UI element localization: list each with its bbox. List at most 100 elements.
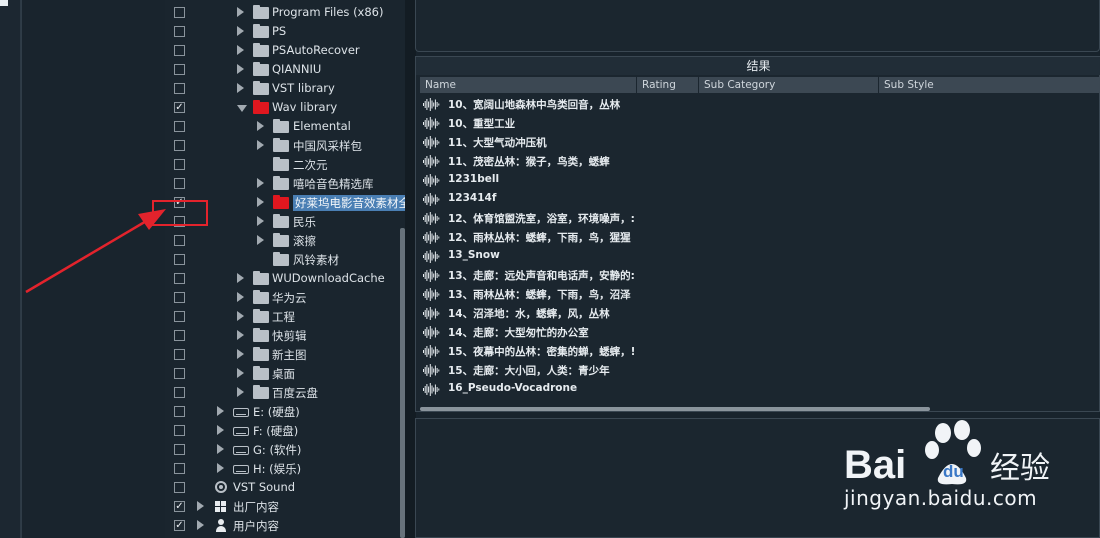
result-row[interactable]: 11、大型气动冲压机 — [422, 133, 652, 152]
expand-arrow-right-icon[interactable] — [237, 330, 244, 340]
tree-item-label[interactable]: F: (硬盘) — [253, 423, 298, 439]
tree-item-label[interactable]: Wav library — [272, 100, 337, 114]
tree-row[interactable]: 中国风采样包 — [165, 137, 405, 156]
tree-row[interactable]: VST library — [165, 80, 405, 99]
tree-checkbox[interactable] — [174, 311, 185, 322]
tree-item-label[interactable]: WUDownloadCache — [272, 271, 385, 285]
expand-arrow-right-icon[interactable] — [237, 273, 244, 283]
tree-row[interactable]: 滚擦 — [165, 232, 405, 251]
expand-arrow-right-icon[interactable] — [237, 368, 244, 378]
tree-item-label[interactable]: 民乐 — [293, 214, 316, 230]
expand-arrow-right-icon[interactable] — [237, 83, 244, 93]
tree-item-label[interactable]: 好莱坞电影音效素材全 — [293, 195, 405, 211]
tree-row[interactable]: E: (硬盘) — [165, 403, 405, 422]
result-row[interactable]: 13_Snow — [422, 247, 652, 266]
tree-row[interactable]: ✓ 用户内容 — [165, 517, 405, 536]
tree-item-label[interactable]: 滚擦 — [293, 233, 316, 249]
column-header-name[interactable]: Name — [420, 77, 637, 93]
tree-row[interactable]: 百度云盘 — [165, 384, 405, 403]
tree-row[interactable]: ✓ Wav library — [165, 99, 405, 118]
tree-item-label[interactable]: E: (硬盘) — [253, 404, 300, 420]
result-row[interactable]: 14、走廊：大型匆忙的办公室 — [422, 323, 652, 342]
expand-arrow-down-icon[interactable] — [237, 105, 247, 112]
expand-arrow-right-icon[interactable] — [257, 235, 264, 245]
tree-checkbox[interactable] — [174, 140, 185, 151]
tree-checkbox[interactable] — [174, 349, 185, 360]
tree-item-label[interactable]: QIANNIU — [272, 62, 321, 76]
tree-item-label[interactable]: 出厂内容 — [233, 499, 279, 515]
tree-row[interactable]: 桌面 — [165, 365, 405, 384]
expand-arrow-right-icon[interactable] — [257, 140, 264, 150]
expand-arrow-right-icon[interactable] — [237, 64, 244, 74]
result-row[interactable]: 11、茂密丛林：猴子，鸟类，蟋蟀 — [422, 152, 652, 171]
tree-row[interactable]: 新主图 — [165, 346, 405, 365]
tree-item-label[interactable]: Elemental — [293, 119, 351, 133]
column-header-rating[interactable]: Rating — [637, 77, 699, 93]
result-row[interactable]: 13、走廊：远处声音和电话声，安静的: — [422, 266, 652, 285]
expand-arrow-right-icon[interactable] — [217, 444, 224, 454]
result-row[interactable]: 15、夜幕中的丛林：密集的蝉，蟋蟀，! — [422, 342, 652, 361]
results-horizontal-scrollbar[interactable] — [420, 407, 930, 411]
tree-row[interactable]: PS — [165, 23, 405, 42]
tree-checkbox[interactable] — [174, 444, 185, 455]
tree-item-label[interactable]: 嘻哈音色精选库 — [293, 176, 374, 192]
expand-arrow-right-icon[interactable] — [217, 463, 224, 473]
tree-checkbox[interactable]: ✓ — [174, 520, 185, 531]
expand-arrow-right-icon[interactable] — [197, 501, 204, 511]
result-row[interactable]: 16_Pseudo-Vocadrone — [422, 380, 652, 399]
tree-row[interactable]: ✓ 出厂内容 — [165, 498, 405, 517]
expand-arrow-right-icon[interactable] — [197, 520, 204, 530]
tree-checkbox[interactable]: ✓ — [174, 102, 185, 113]
expand-arrow-right-icon[interactable] — [257, 216, 264, 226]
tree-item-label[interactable]: 快剪辑 — [272, 328, 307, 344]
result-row[interactable]: 14、沼泽地：水，蟋蟀，风，丛林 — [422, 304, 652, 323]
tree-item-label[interactable]: 桌面 — [272, 366, 295, 382]
tree-checkbox[interactable] — [174, 83, 185, 94]
result-row[interactable]: 1231bell — [422, 171, 652, 190]
tree-item-label[interactable]: PS — [272, 24, 286, 38]
expand-arrow-right-icon[interactable] — [237, 7, 244, 17]
tree-row[interactable]: 二次元 — [165, 156, 405, 175]
tree-item-label[interactable]: H: (娱乐) — [253, 461, 301, 477]
result-row[interactable]: 123414f — [422, 190, 652, 209]
expand-arrow-right-icon[interactable] — [237, 292, 244, 302]
expand-arrow-right-icon[interactable] — [237, 45, 244, 55]
tree-checkbox[interactable] — [174, 26, 185, 37]
tree-item-label[interactable]: 新主图 — [272, 347, 307, 363]
tree-checkbox[interactable] — [174, 387, 185, 398]
tree-row[interactable]: 华为云 — [165, 289, 405, 308]
tree-checkbox[interactable] — [174, 482, 185, 493]
expand-arrow-right-icon[interactable] — [217, 425, 224, 435]
expand-arrow-right-icon[interactable] — [217, 406, 224, 416]
result-row[interactable]: 12、雨林丛林：蟋蟀，下雨，鸟，猩猩 — [422, 228, 652, 247]
tree-row[interactable]: 工程 — [165, 308, 405, 327]
tree-item-label[interactable]: 风铃素材 — [293, 252, 339, 268]
tree-checkbox[interactable] — [174, 368, 185, 379]
tree-checkbox[interactable] — [174, 64, 185, 75]
result-row[interactable]: 15、走廊：大小回，人类：青少年 — [422, 361, 652, 380]
tree-checkbox[interactable] — [174, 330, 185, 341]
tree-checkbox[interactable] — [174, 425, 185, 436]
expand-arrow-right-icon[interactable] — [257, 197, 264, 207]
tree-item-label[interactable]: VST library — [272, 81, 335, 95]
result-row[interactable]: 10、重型工业 — [422, 114, 652, 133]
tree-item-label[interactable]: G: (软件) — [253, 442, 301, 458]
expand-arrow-right-icon[interactable] — [237, 349, 244, 359]
column-header-sub-category[interactable]: Sub Category — [699, 77, 879, 93]
tree-checkbox[interactable] — [174, 463, 185, 474]
expand-arrow-right-icon[interactable] — [237, 26, 244, 36]
tree-row[interactable]: 快剪辑 — [165, 327, 405, 346]
tree-row[interactable]: PSAutoRecover — [165, 42, 405, 61]
tree-row[interactable]: G: (软件) — [165, 441, 405, 460]
tree-row[interactable]: Elemental — [165, 118, 405, 137]
expand-arrow-right-icon[interactable] — [237, 311, 244, 321]
tree-row[interactable]: VST Sound — [165, 479, 405, 498]
tree-row[interactable]: Program Files (x86) — [165, 4, 405, 23]
tree-row[interactable]: 嘻哈音色精选库 — [165, 175, 405, 194]
expand-arrow-right-icon[interactable] — [257, 178, 264, 188]
column-header-sub-style[interactable]: Sub Style — [879, 77, 1100, 93]
result-row[interactable]: 10、宽阔山地森林中鸟类回音，丛林 — [422, 95, 652, 114]
tree-checkbox[interactable] — [174, 406, 185, 417]
tree-checkbox[interactable] — [174, 178, 185, 189]
tree-row[interactable]: H: (娱乐) — [165, 460, 405, 479]
